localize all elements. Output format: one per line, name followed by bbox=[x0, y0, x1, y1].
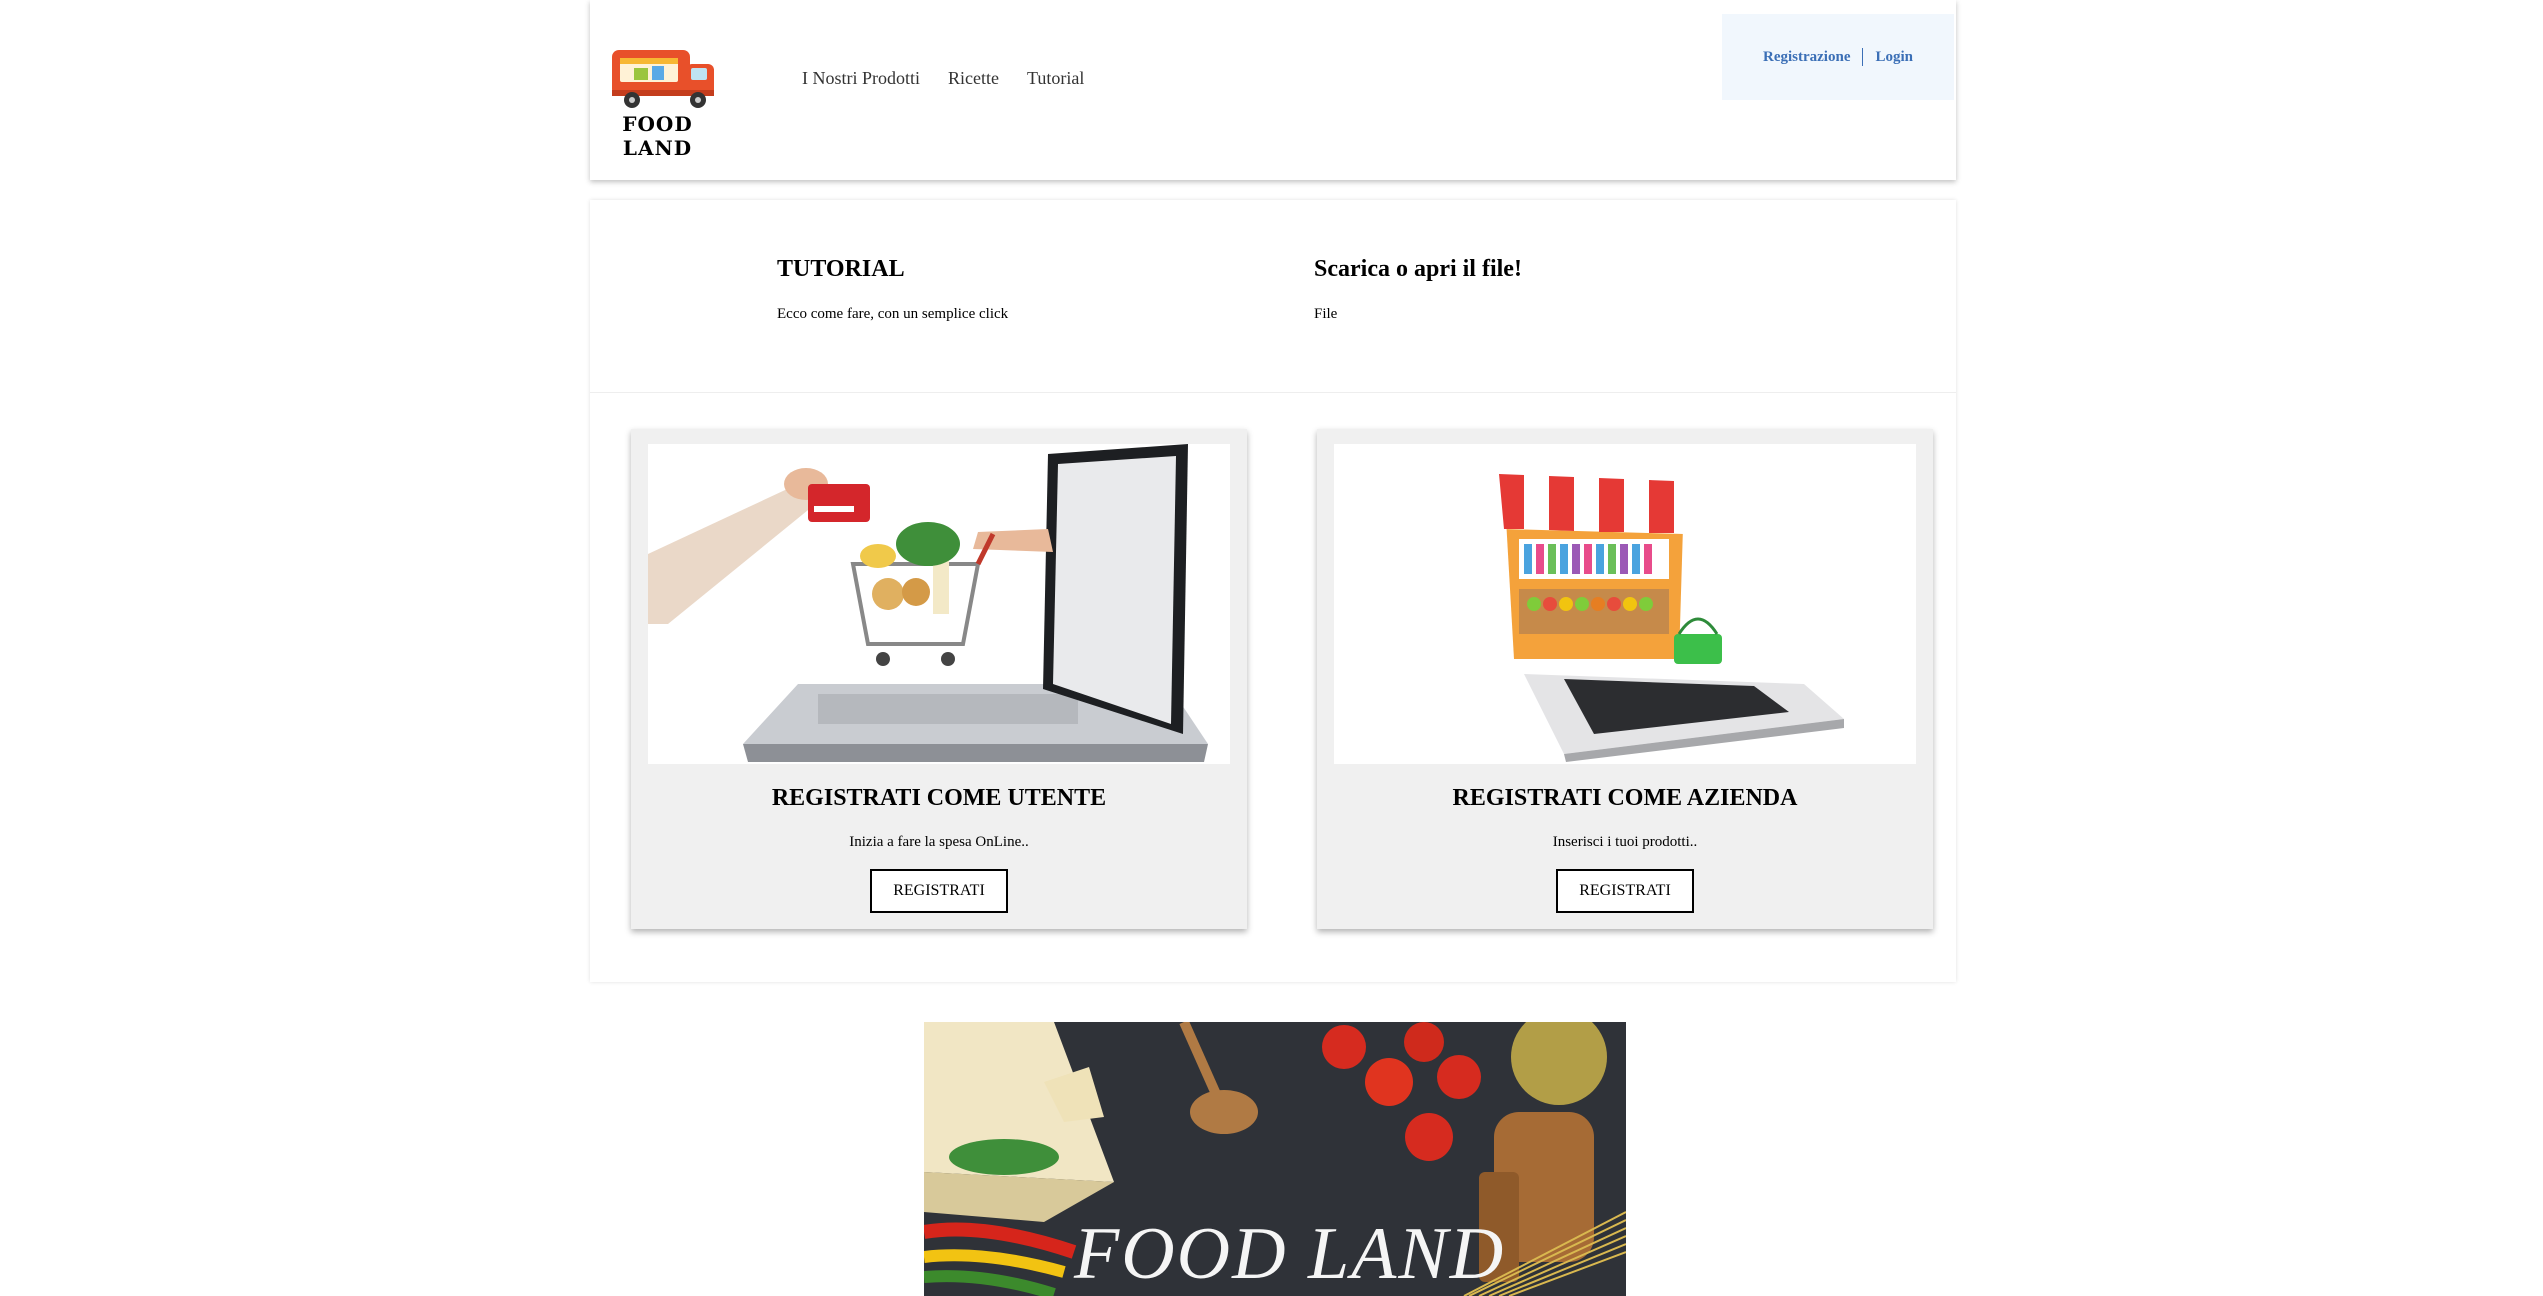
laptop-shop-illustration bbox=[1499, 474, 1844, 762]
card-user-title: REGISTRATI COME UTENTE bbox=[771, 785, 1107, 811]
auth-divider bbox=[1862, 48, 1864, 66]
register-user-button[interactable]: REGISTRATI bbox=[870, 869, 1008, 913]
card-company-title: REGISTRATI COME AZIENDA bbox=[1452, 785, 1798, 811]
card-user-subtitle: Inizia a fare la spesa OnLine.. bbox=[849, 834, 1029, 850]
banner-title: FOOD LAND bbox=[1074, 1213, 1506, 1295]
online-store-image bbox=[1334, 444, 1916, 764]
laptop-cart-illustration bbox=[648, 444, 1208, 762]
tutorial-title: TUTORIAL bbox=[777, 256, 905, 282]
download-title: Scarica o apri il file! bbox=[1314, 256, 1522, 282]
nav-item-ricette[interactable]: Ricette bbox=[948, 68, 999, 89]
card-company-registration: REGISTRATI COME AZIENDA Inserisci i tuoi… bbox=[1317, 429, 1933, 929]
register-link[interactable]: Registrazione bbox=[1763, 49, 1850, 66]
login-link[interactable]: Login bbox=[1875, 49, 1913, 66]
file-link[interactable]: File bbox=[1314, 306, 1337, 323]
nav-item-tutorial[interactable]: Tutorial bbox=[1027, 68, 1084, 89]
nav-item-prodotti[interactable]: I Nostri Prodotti bbox=[802, 68, 920, 89]
card-company-subtitle: Inserisci i tuoi prodotti.. bbox=[1552, 834, 1698, 850]
card-user-registration: REGISTRATI COME UTENTE Inizia a fare la … bbox=[631, 429, 1247, 929]
main-nav: I Nostri Prodotti Ricette Tutorial bbox=[802, 68, 1084, 89]
food-truck-icon bbox=[612, 50, 714, 108]
auth-box: Registrazione Login bbox=[1722, 14, 1954, 100]
food-land-banner: FOOD LAND bbox=[924, 1022, 1626, 1296]
online-shopping-image bbox=[648, 444, 1230, 764]
brand-name: FOOD LAND bbox=[622, 112, 693, 160]
register-company-button[interactable]: REGISTRATI bbox=[1556, 869, 1694, 913]
intro-section: TUTORIAL Ecco come fare, con un semplice… bbox=[590, 200, 1956, 393]
site-header: FOOD LAND I Nostri Prodotti Ricette Tuto… bbox=[590, 0, 1956, 180]
main-panel: TUTORIAL Ecco come fare, con un semplice… bbox=[590, 200, 1956, 982]
tutorial-text: Ecco come fare, con un semplice click bbox=[777, 306, 1009, 322]
